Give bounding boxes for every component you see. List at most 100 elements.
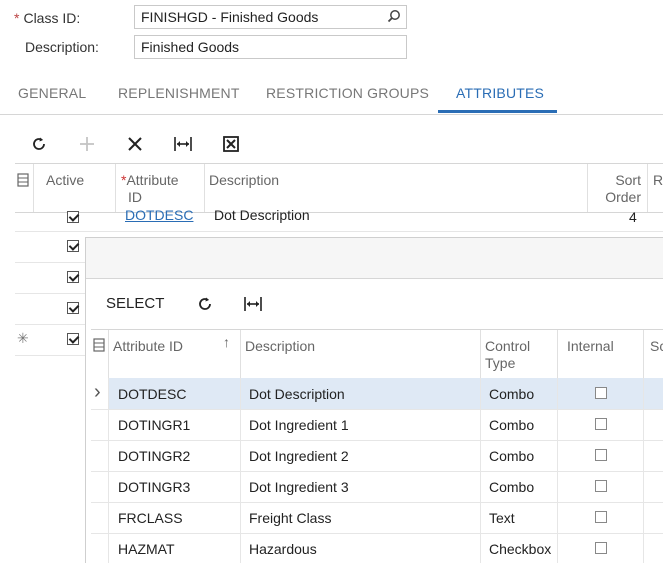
column-header-description[interactable]: Description [209,172,279,189]
required-marker: * [14,10,20,26]
lookup-row[interactable]: DOTINGR1 Dot Ingredient 1 Combo [91,409,663,441]
tab-restriction-groups[interactable]: RESTRICTION GROUPS [266,85,429,101]
column-divider [647,164,648,212]
popup-column-header-description[interactable]: Description [245,338,315,355]
popup-column-header-internal[interactable]: Internal [567,338,614,355]
fit-columns-icon[interactable] [172,133,194,155]
lookup-description: Dot Ingredient 3 [249,479,349,495]
description-cell: Dot Description [214,207,310,223]
refresh-icon[interactable] [28,133,50,155]
popup-fit-columns-icon[interactable] [242,293,264,315]
export-excel-icon[interactable] [220,133,242,155]
lookup-row-selected[interactable]: › DOTDESC Dot Description Combo [86,378,663,410]
lookup-control-type: Text [489,510,515,526]
lookup-control-type: Checkbox [489,541,552,557]
attributes-grid-header: Active *Attribute ID Description Sort Orde… [15,163,663,213]
attribute-id-header-line1: Attribute [126,172,179,188]
tab-general[interactable]: GENERAL [18,85,86,101]
column-divider [480,378,481,563]
lookup-attribute-id: HAZMAT [118,541,175,557]
lookup-description: Freight Class [249,510,332,526]
lookup-control-type: Combo [489,448,535,464]
lookup-description: Dot Ingredient 1 [249,417,349,433]
popup-header-band [86,238,663,279]
lookup-control-type: Combo [489,386,535,402]
column-header-active[interactable]: Active [46,172,84,189]
column-divider [557,330,558,378]
lookup-control-type: Combo [489,479,535,495]
internal-checkbox[interactable] [595,542,607,554]
active-checkbox[interactable] [67,240,79,252]
popup-column-settings-icon[interactable] [93,338,105,355]
new-row-icon: ✳ [17,330,29,346]
column-divider [643,378,644,563]
column-divider [480,330,481,378]
class-id-value: FINISHGD - Finished Goods [141,9,319,25]
internal-checkbox[interactable] [595,449,607,461]
popup-column-header-next[interactable]: Sc [650,338,663,355]
popup-column-header-attribute-id[interactable]: Attribute ID [113,338,183,355]
active-checkbox[interactable] [67,333,79,345]
popup-refresh-icon[interactable] [194,293,216,315]
tab-bar: GENERAL REPLENISHMENT RESTRICTION GROUPS… [0,80,663,115]
popup-column-header-control-type[interactable]: Control Type [485,338,530,372]
description-value: Finished Goods [141,39,240,55]
column-divider [33,164,34,212]
lookup-attribute-id: DOTINGR2 [118,448,191,464]
column-divider [587,164,588,212]
lookup-attribute-id: FRCLASS [118,510,183,526]
lookup-row[interactable]: DOTINGR2 Dot Ingredient 2 Combo [91,440,663,472]
lookup-description: Dot Description [249,386,345,402]
sort-ascending-icon: ↑ [223,334,230,350]
column-divider [108,330,109,378]
internal-checkbox[interactable] [595,511,607,523]
attribute-id-link[interactable]: DOTDESC [125,207,193,223]
active-checkbox[interactable] [67,211,79,223]
internal-checkbox[interactable] [595,480,607,492]
class-id-label-text: Class ID: [23,10,81,26]
control-type-header-line1: Control [485,338,531,354]
description-label: Description: [25,39,99,55]
class-id-label: * Class ID: [14,10,80,26]
internal-checkbox[interactable] [595,418,607,430]
lookup-description: Dot Ingredient 2 [249,448,349,464]
column-divider [557,378,558,563]
column-divider [108,378,109,563]
column-divider [240,330,241,378]
column-divider [115,164,116,212]
description-input[interactable]: Finished Goods [134,35,407,59]
control-type-header-line2: Type [485,355,516,371]
table-row[interactable]: DOTDESC Dot Description 4 [15,207,663,232]
delete-icon[interactable] [124,133,146,155]
tab-replenishment[interactable]: REPLENISHMENT [118,85,240,101]
column-divider [240,378,241,563]
active-checkbox[interactable] [67,302,79,314]
current-row-indicator-icon: › [94,381,101,403]
lookup-row[interactable]: FRCLASS Freight Class Text [91,502,663,534]
column-header-attribute-id[interactable]: *Attribute ID [121,172,179,206]
search-icon[interactable] [387,9,401,26]
lookup-row[interactable]: DOTINGR3 Dot Ingredient 3 Combo [91,471,663,503]
column-header-next[interactable]: R [653,172,663,189]
add-icon[interactable] [76,133,98,155]
active-tab-indicator [438,110,557,113]
active-checkbox[interactable] [67,271,79,283]
internal-checkbox[interactable] [595,387,607,399]
column-divider [204,164,205,212]
lookup-attribute-id: DOTINGR1 [118,417,191,433]
column-header-sort-order[interactable]: Sort Order [601,172,641,206]
sort-order-header-line2: Order [605,189,641,205]
lookup-control-type: Combo [489,417,535,433]
lookup-row[interactable]: HAZMAT Hazardous Checkbox [91,533,663,563]
attribute-id-header-line2: ID [128,189,142,205]
class-id-input[interactable]: FINISHGD - Finished Goods [134,5,407,29]
attribute-lookup-popup: SELECT Attribute ID ↑ Description Contro… [85,237,663,563]
lookup-description: Hazardous [249,541,317,557]
sort-order-header-line1: Sort [615,172,641,188]
column-settings-icon[interactable] [17,173,29,190]
column-divider [643,330,644,378]
lookup-attribute-id: DOTDESC [118,386,187,402]
select-button[interactable]: SELECT [106,295,164,312]
lookup-attribute-id: DOTINGR3 [118,479,191,495]
tab-attributes[interactable]: ATTRIBUTES [456,85,544,101]
